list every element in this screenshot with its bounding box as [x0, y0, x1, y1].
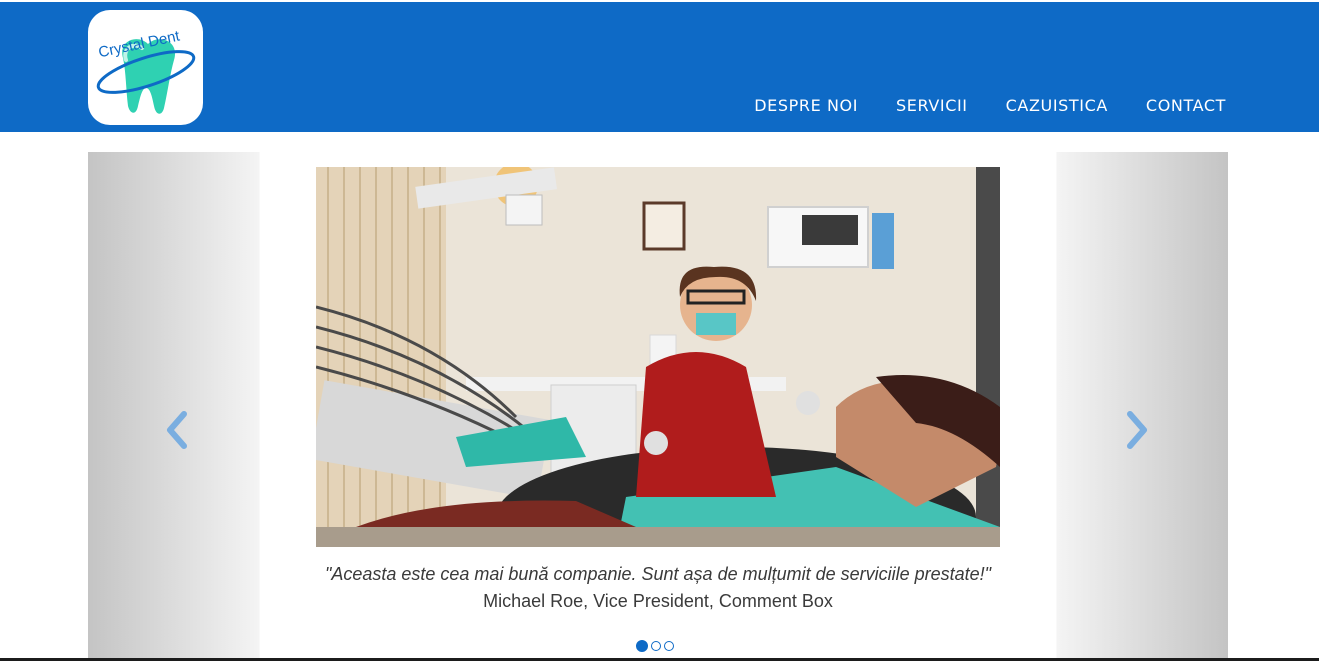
carousel-dot-3[interactable] — [664, 641, 674, 651]
carousel-indicators — [636, 640, 674, 652]
carousel-prev-button[interactable] — [162, 410, 190, 450]
nav-servicii[interactable]: SERVICII — [896, 96, 968, 115]
site-header: Crystal Dent DESPRE NOI SERVICII CAZUIST… — [0, 2, 1319, 132]
chevron-right-icon — [1127, 411, 1147, 449]
nav-despre-noi[interactable]: DESPRE NOI — [754, 96, 858, 115]
crystal-dent-logo[interactable]: Crystal Dent — [88, 10, 203, 125]
testimonial-author: Michael Roe, Vice President, Comment Box — [483, 591, 833, 611]
dental-clinic-photo — [316, 167, 1000, 547]
testimonial-carousel: "Aceasta este cea mai bună companie. Sun… — [88, 152, 1228, 661]
testimonial-quote: "Aceasta este cea mai bună companie. Sun… — [324, 564, 992, 584]
main-nav: DESPRE NOI SERVICII CAZUISTICA CONTACT — [716, 96, 1226, 115]
chevron-left-icon — [167, 411, 187, 449]
carousel-dot-1[interactable] — [636, 640, 648, 652]
nav-cazuistica[interactable]: CAZUISTICA — [1006, 96, 1108, 115]
carousel-next-button[interactable] — [1124, 410, 1152, 450]
carousel-dot-2[interactable] — [651, 641, 661, 651]
nav-contact[interactable]: CONTACT — [1146, 96, 1226, 115]
tooth-logo-icon: Crystal Dent — [96, 27, 196, 114]
